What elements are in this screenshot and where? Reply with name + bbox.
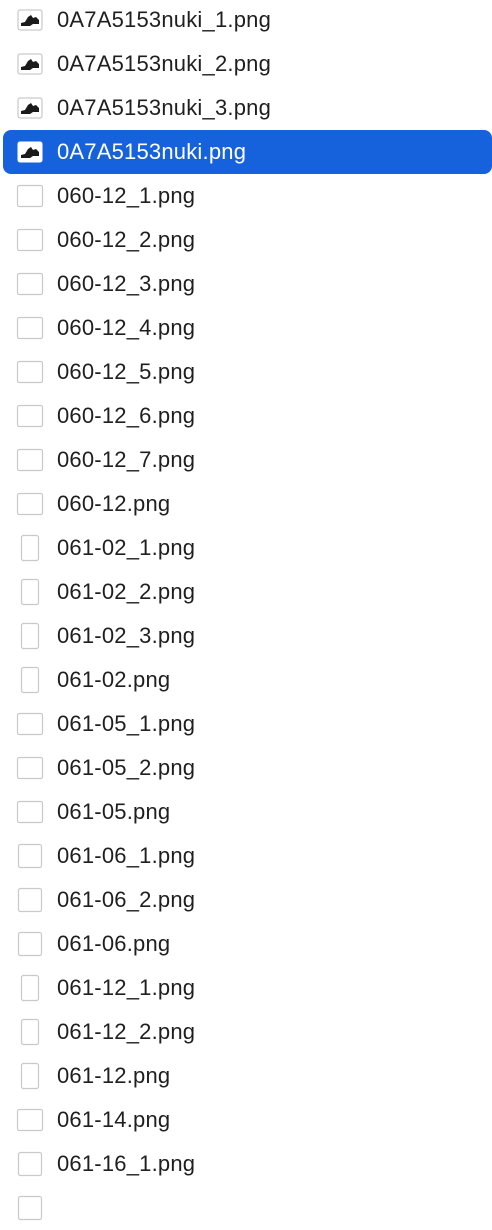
file-row[interactable]: 061-06.png xyxy=(0,922,492,966)
file-row[interactable]: 0A7A5153nuki_1.png xyxy=(0,0,492,42)
file-row[interactable] xyxy=(0,1186,492,1230)
file-name: 061-02.png xyxy=(57,667,171,692)
blank-image-icon xyxy=(16,754,44,782)
file-row[interactable]: 061-14.png xyxy=(0,1098,492,1142)
file-row[interactable]: 060-12_7.png xyxy=(0,438,492,482)
file-row[interactable]: 061-12.png xyxy=(0,1054,492,1098)
file-name: 061-02_2.png xyxy=(57,579,196,604)
blank-image-icon xyxy=(16,622,44,650)
file-row[interactable]: 061-12_2.png xyxy=(0,1010,492,1054)
blank-image-icon xyxy=(16,490,44,518)
file-name: 060-12_7.png xyxy=(57,447,196,472)
file-name: 061-14.png xyxy=(57,1107,171,1132)
file-name: 060-12_2.png xyxy=(57,227,196,252)
file-row[interactable]: 060-12_4.png xyxy=(0,306,492,350)
file-row[interactable]: 060-12.png xyxy=(0,482,492,526)
file-name: 0A7A5153nuki_2.png xyxy=(57,51,272,76)
blank-image-icon xyxy=(16,886,44,914)
file-name: 061-12.png xyxy=(57,1063,171,1088)
blank-image-icon xyxy=(16,358,44,386)
image-thumbnail-icon xyxy=(16,6,44,34)
blank-image-icon xyxy=(16,1106,44,1134)
image-thumbnail-icon xyxy=(16,138,44,166)
file-name: 0A7A5153nuki_3.png xyxy=(57,95,272,120)
file-name: 0A7A5153nuki.png xyxy=(57,139,247,164)
file-row[interactable]: 061-05_2.png xyxy=(0,746,492,790)
file-name: 060-12_4.png xyxy=(57,315,196,340)
file-name: 060-12.png xyxy=(57,491,171,516)
file-row[interactable]: 060-12_6.png xyxy=(0,394,492,438)
blank-image-icon xyxy=(16,798,44,826)
file-name: 061-06_2.png xyxy=(57,887,196,912)
blank-image-icon xyxy=(16,710,44,738)
file-name: 060-12_5.png xyxy=(57,359,196,384)
file-name: 061-05_2.png xyxy=(57,755,196,780)
file-name: 061-16_1.png xyxy=(57,1151,196,1176)
blank-image-icon xyxy=(16,974,44,1002)
file-row[interactable]: 060-12_2.png xyxy=(0,218,492,262)
file-name: 061-12_1.png xyxy=(57,975,196,1000)
blank-image-icon xyxy=(16,1018,44,1046)
blank-image-icon xyxy=(16,226,44,254)
blank-image-icon xyxy=(16,1150,44,1178)
blank-image-icon xyxy=(16,402,44,430)
blank-image-icon xyxy=(16,270,44,298)
file-row[interactable]: 061-06_2.png xyxy=(0,878,492,922)
file-name: 060-12_3.png xyxy=(57,271,196,296)
file-row[interactable]: 061-02_2.png xyxy=(0,570,492,614)
image-thumbnail-icon xyxy=(16,94,44,122)
file-name: 060-12_6.png xyxy=(57,403,196,428)
blank-image-icon xyxy=(16,1194,44,1222)
blank-image-icon xyxy=(16,578,44,606)
file-row[interactable]: 060-12_5.png xyxy=(0,350,492,394)
file-name: 0A7A5153nuki_1.png xyxy=(57,7,272,32)
blank-image-icon xyxy=(16,666,44,694)
file-list: 0A7A5153nuki_1.png 0A7A5153nuki_2.png 0A7A… xyxy=(0,0,492,1230)
file-row[interactable]: 061-05.png xyxy=(0,790,492,834)
file-name: 061-06.png xyxy=(57,931,171,956)
file-row[interactable]: 061-02_3.png xyxy=(0,614,492,658)
file-row[interactable]: 061-02_1.png xyxy=(0,526,492,570)
blank-image-icon xyxy=(16,842,44,870)
blank-image-icon xyxy=(16,1062,44,1090)
blank-image-icon xyxy=(16,182,44,210)
file-name: 061-05_1.png xyxy=(57,711,196,736)
blank-image-icon xyxy=(16,314,44,342)
file-name: 061-06_1.png xyxy=(57,843,196,868)
file-row[interactable]: 060-12_1.png xyxy=(0,174,492,218)
blank-image-icon xyxy=(16,446,44,474)
file-row[interactable]: 0A7A5153nuki_3.png xyxy=(0,86,492,130)
file-row[interactable]: 060-12_3.png xyxy=(0,262,492,306)
blank-image-icon xyxy=(16,534,44,562)
file-row-selected[interactable]: 0A7A5153nuki.png xyxy=(3,130,492,174)
blank-image-icon xyxy=(16,930,44,958)
file-row[interactable]: 061-06_1.png xyxy=(0,834,492,878)
file-name: 061-02_3.png xyxy=(57,623,196,648)
file-name: 061-12_2.png xyxy=(57,1019,196,1044)
file-row[interactable]: 061-05_1.png xyxy=(0,702,492,746)
file-row[interactable]: 061-12_1.png xyxy=(0,966,492,1010)
file-row[interactable]: 0A7A5153nuki_2.png xyxy=(0,42,492,86)
file-row[interactable]: 061-16_1.png xyxy=(0,1142,492,1186)
file-name: 061-02_1.png xyxy=(57,535,196,560)
file-name: 061-05.png xyxy=(57,799,171,824)
image-thumbnail-icon xyxy=(16,50,44,78)
file-name: 060-12_1.png xyxy=(57,183,196,208)
file-row[interactable]: 061-02.png xyxy=(0,658,492,702)
